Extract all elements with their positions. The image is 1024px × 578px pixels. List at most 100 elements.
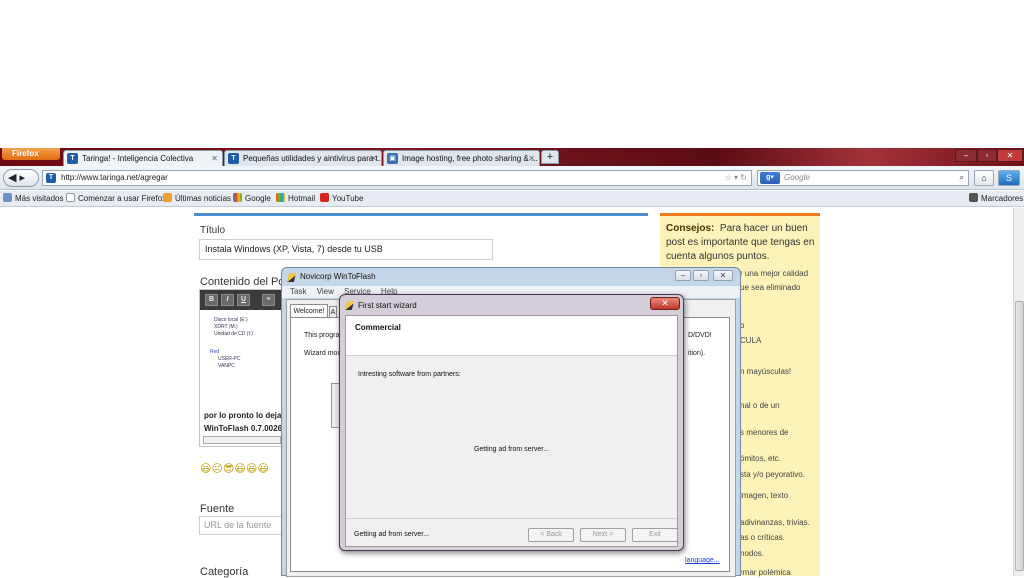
back-button[interactable]: < Back <box>528 528 574 542</box>
emoticon-bar[interactable]: 😃😐😎😃😃😃 <box>200 462 269 475</box>
intro-text: This progra <box>304 332 340 339</box>
bookmarks-menu[interactable]: Marcadores <box>969 191 1023 207</box>
form-top-border <box>194 213 648 216</box>
wizard-mode-text: Wizard mod <box>304 350 342 357</box>
tips-intro: Consejos: Para hacer un buen post es imp… <box>666 222 816 264</box>
url-bar[interactable]: T http://www.taringa.net/agregar ☆ ▾ ↻ <box>42 170 752 186</box>
search-icon[interactable]: ⌕ <box>960 171 964 185</box>
reload-icon[interactable]: ↻ <box>740 173 747 182</box>
youtube-icon <box>320 193 329 202</box>
editor-toolbar: B I U ≡ <box>200 290 284 310</box>
search-input[interactable]: g▾ Google ⌕ <box>757 170 969 186</box>
bookmark-mas-visitados[interactable]: Más visitados <box>3 191 63 207</box>
tip-line: r una mejor calidad <box>740 269 809 278</box>
language-link[interactable]: language... <box>685 557 720 564</box>
home-icon[interactable]: ⌂ <box>974 170 994 186</box>
tip-line: as o críticas. <box>740 533 785 542</box>
forward-arrow-icon[interactable]: ▸ <box>20 172 26 184</box>
url-text: http://www.taringa.net/agregar <box>61 173 168 182</box>
bookmark-youtube[interactable]: YouTube <box>320 191 363 207</box>
page-icon <box>66 193 75 202</box>
wizard-content: Commercial Intresting software from part… <box>345 315 678 547</box>
back-arrow-icon[interactable]: ◀ <box>8 172 16 184</box>
pencil-icon <box>286 272 299 284</box>
msn-icon <box>276 193 285 202</box>
imageshack-favicon-icon: ▣ <box>387 153 398 164</box>
close-icon[interactable]: ✕ <box>528 151 535 166</box>
skype-icon[interactable]: S <box>998 170 1020 186</box>
post-content-editor[interactable]: B I U ≡ Disco local (E:) XDRT (M:) Unida… <box>199 289 285 447</box>
title-label: Título <box>200 225 226 236</box>
underline-button[interactable]: U <box>237 294 250 306</box>
tree-item: Unidad de CD (I:) <box>214 331 253 337</box>
firefox-menu-button[interactable]: Firefox <box>2 148 60 160</box>
tab-utilidades[interactable]: T Pequeñas utilidades y aintivirus para … <box>224 150 382 166</box>
exit-button[interactable]: Exit <box>632 528 678 542</box>
maximize-icon[interactable]: ▫ <box>693 270 709 281</box>
bookmark-google[interactable]: Google <box>233 191 271 207</box>
page-scrollbar[interactable] <box>1013 208 1024 576</box>
taringa-favicon-icon: T <box>67 153 78 164</box>
browser-titlebar: Firefox T Taringa! - Inteligencia Colect… <box>0 148 1024 166</box>
tips-heading: Consejos: <box>666 223 715 234</box>
bookmark-star-icon[interactable]: ☆ ▾ ↻ <box>725 171 747 185</box>
tip-line: imagen, texto <box>740 491 789 500</box>
tab-label: Image hosting, free photo sharing & ... <box>402 154 538 163</box>
intro-text-end: D/DVD! <box>688 332 712 339</box>
ad-status-text: Getting ad from server... <box>473 446 550 453</box>
tree-item: Red <box>210 349 220 355</box>
taringa-favicon-icon: T <box>228 153 239 164</box>
tree-item: Disco local (E:) <box>214 317 248 323</box>
tip-line: CULA <box>740 336 762 345</box>
blank-top-area <box>0 0 1024 148</box>
post-title-input[interactable]: Instala Windows (XP, Vista, 7) desde tu … <box>199 239 493 260</box>
bookmark-label: YouTube <box>332 194 364 203</box>
maximize-window-button[interactable]: ▫ <box>977 149 997 162</box>
categoria-label: Categoría <box>200 566 249 578</box>
close-icon[interactable]: ✕ <box>713 270 733 281</box>
editor-text-line: por lo pronto lo dejar <box>204 411 285 420</box>
minimize-window-button[interactable]: – <box>955 149 977 162</box>
menu-task[interactable]: Task <box>290 287 306 296</box>
bookmarks-icon <box>969 193 978 202</box>
menu-view[interactable]: View <box>317 287 334 296</box>
align-button[interactable]: ≡ <box>262 294 275 306</box>
close-icon[interactable]: ✕ <box>650 297 680 310</box>
tab-taringa[interactable]: T Taringa! - Inteligencia Colectiva ✕ <box>63 150 223 166</box>
tree-item: VANPC <box>218 363 235 369</box>
minimize-icon[interactable]: – <box>675 270 691 281</box>
scrollbar-thumb[interactable] <box>1015 301 1024 571</box>
wizard-separator <box>346 518 677 519</box>
google-icon[interactable]: g▾ <box>760 172 780 184</box>
editor-text-line: WinToFlash 0.7.0026 <box>204 424 283 433</box>
tip-line: sta y/o peyorativo. <box>740 470 805 479</box>
close-icon[interactable]: ✕ <box>211 151 218 166</box>
search-placeholder: Google <box>784 173 810 182</box>
tab-imagehosting[interactable]: ▣ Image hosting, free photo sharing & ..… <box>383 150 540 166</box>
wizard-header: Commercial <box>346 316 677 356</box>
tab-label: Taringa! - Inteligencia Colectiva <box>82 154 194 163</box>
bookmark-label: Más visitados <box>15 194 64 203</box>
bold-button[interactable]: B <box>205 294 218 306</box>
bookmark-ultimas-noticias[interactable]: Últimas noticias <box>163 191 231 207</box>
bookmark-hotmail[interactable]: Hotmail <box>276 191 315 207</box>
new-tab-button[interactable]: + <box>541 150 559 164</box>
back-forward-buttons[interactable]: ◀ ▸ <box>3 169 39 187</box>
tip-line: nodos. <box>740 549 765 558</box>
rss-icon <box>163 193 172 202</box>
footer-status-text: Getting ad from server... <box>354 531 430 538</box>
next-button[interactable]: Next > <box>580 528 626 542</box>
tip-line: s menores de <box>740 428 789 437</box>
taringa-favicon-icon: T <box>46 173 56 183</box>
wizard-mode-text-end: ition). <box>688 350 706 357</box>
partners-label: Intresting software from partners: <box>358 371 461 378</box>
editor-horizontal-scrollbar[interactable] <box>203 436 281 444</box>
source-url-input[interactable]: URL de la fuente <box>199 516 283 535</box>
bookmark-comenzar[interactable]: Comenzar a usar Firefox <box>66 191 166 207</box>
tab-label: Pequeñas utilidades y aintivirus para t.… <box>243 154 382 163</box>
close-window-button[interactable]: ✕ <box>997 149 1023 162</box>
tab-welcome[interactable]: Welcome! <box>290 304 328 318</box>
close-icon[interactable]: ✕ <box>370 151 377 166</box>
italic-button[interactable]: I <box>221 294 234 306</box>
fuente-label: Fuente <box>200 503 235 515</box>
